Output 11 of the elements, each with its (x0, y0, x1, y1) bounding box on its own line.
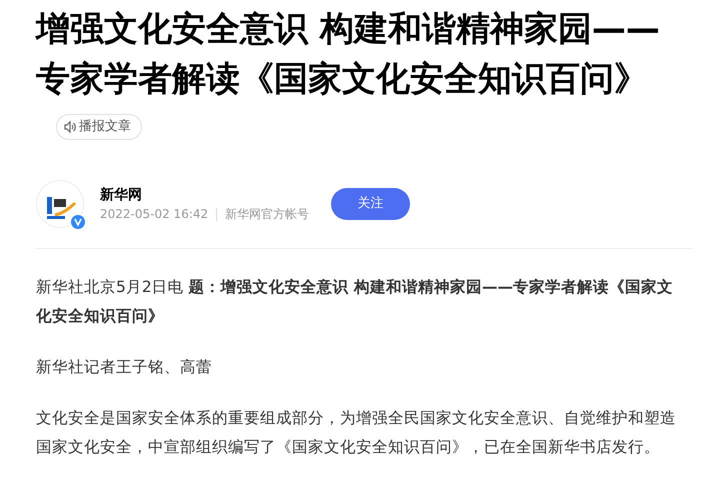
follow-button[interactable]: 关注 (331, 188, 410, 220)
paragraph: 文化安全是国家安全体系的重要组成部分，为增强全民国家文化安全意识、自觉维护和塑造国家文化安全，中宣部组织编写了《国家文化安全知识百问》，已在全国新华书店发行。 (36, 408, 677, 458)
author-name[interactable]: 新华网 (100, 185, 310, 205)
account-type: 新华网官方帐号 (225, 206, 310, 223)
avatar-logo[interactable] (36, 180, 84, 228)
publish-time: 2022-05-02 16:42 (100, 206, 208, 223)
speaker-icon (63, 120, 77, 134)
article-title: 增强文化安全意识 构建和谐精神家园——专家学者解读《国家文化安全知识百问》 (36, 9, 660, 99)
paragraph: 新华社北京5月2日电 题：增强文化安全意识 构建和谐精神家园——专家学者解读《国家文化安全知识百问》 (36, 277, 674, 327)
listen-button[interactable]: 播报文章 (56, 114, 142, 140)
paragraph: 新华社记者王子铭、高蕾 (36, 357, 213, 378)
